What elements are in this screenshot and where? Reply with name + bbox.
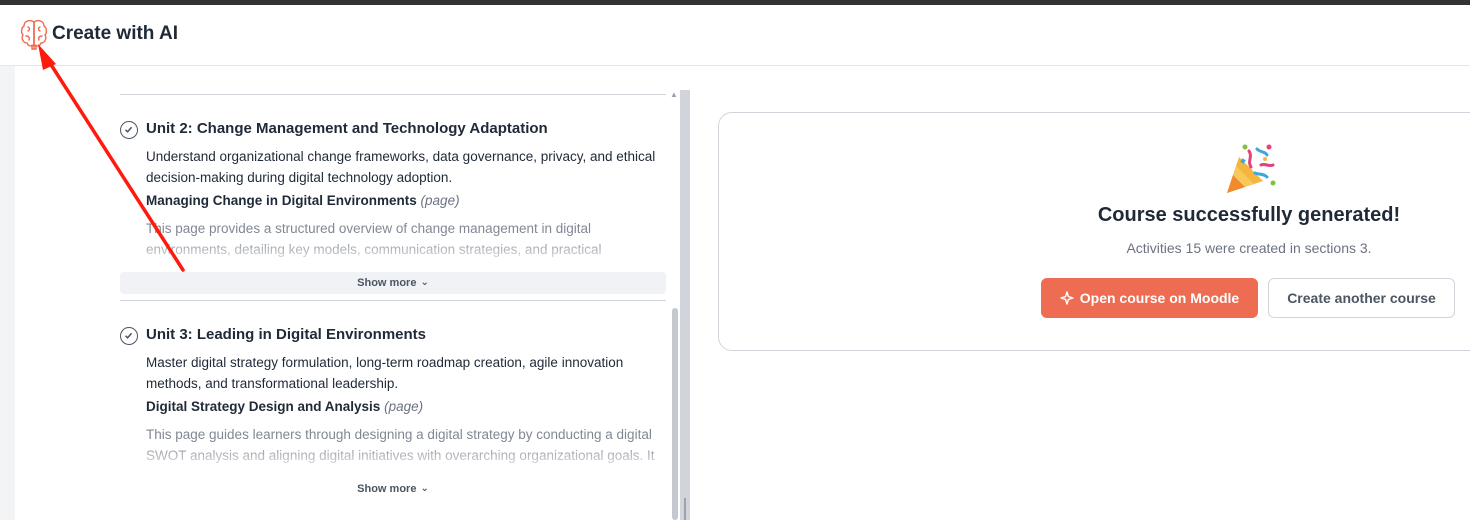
left-gutter [0, 66, 15, 520]
page-title: Create with AI [52, 23, 178, 44]
activity-title: Digital Strategy Design and Analysis [146, 399, 381, 414]
create-another-course-label: Create another course [1287, 290, 1436, 306]
result-card: Course successfully generated! Activitie… [718, 112, 1470, 351]
check-circle-icon [120, 121, 138, 139]
scrollbar-thumb[interactable] [672, 308, 678, 520]
create-another-course-button[interactable]: Create another course [1268, 278, 1455, 318]
unit-title: Unit 3: Leading in Digital Environments [146, 326, 427, 343]
chevron-down-icon: ⌄ [420, 277, 429, 289]
show-more-label: Show more [357, 483, 417, 495]
unit-description: Understand organizational change framewo… [146, 149, 656, 185]
activity-description: This page provides a structured overview… [146, 221, 602, 257]
unit-title: Unit 2: Change Management and Technology… [146, 120, 548, 137]
activity-type: (page) [420, 193, 460, 208]
show-more-button[interactable]: Show more ⌄ [120, 478, 666, 500]
section-divider [120, 300, 666, 301]
activity-type: (page) [384, 399, 424, 414]
party-popper-icon [1227, 144, 1276, 193]
show-more-label: Show more [357, 277, 417, 289]
open-course-button[interactable]: Open course on Moodle [1041, 278, 1258, 318]
section-divider [120, 94, 666, 95]
success-summary: Activities 15 were created in sections 3… [1126, 240, 1372, 256]
unit-description: Master digital strategy formulation, lon… [146, 355, 624, 391]
check-circle-icon [120, 327, 138, 345]
pane-resize-handle[interactable] [680, 90, 690, 520]
success-headline: Course successfully generated! [1097, 204, 1401, 226]
activity-title: Managing Change in Digital Environments [146, 193, 417, 208]
scroll-up-arrow-icon[interactable]: ▲ [670, 90, 678, 99]
chevron-down-icon: ⌄ [420, 483, 429, 495]
brain-icon [20, 19, 48, 50]
app-header: Create with AI [0, 5, 1470, 66]
activity-description: This page guides learners through design… [146, 427, 655, 463]
resize-grip-icon [684, 498, 686, 520]
unit-card-2: Unit 2: Change Management and Technology… [120, 120, 666, 296]
open-course-label: Open course on Moodle [1079, 290, 1240, 306]
activity-heading: Managing Change in Digital Environments … [146, 193, 460, 208]
sparkle-icon [1060, 291, 1074, 305]
activity-heading: Digital Strategy Design and Analysis (pa… [146, 399, 423, 414]
unit-card-3: Unit 3: Leading in Digital Environments … [120, 326, 666, 502]
show-more-button[interactable]: Show more ⌄ [120, 272, 666, 294]
